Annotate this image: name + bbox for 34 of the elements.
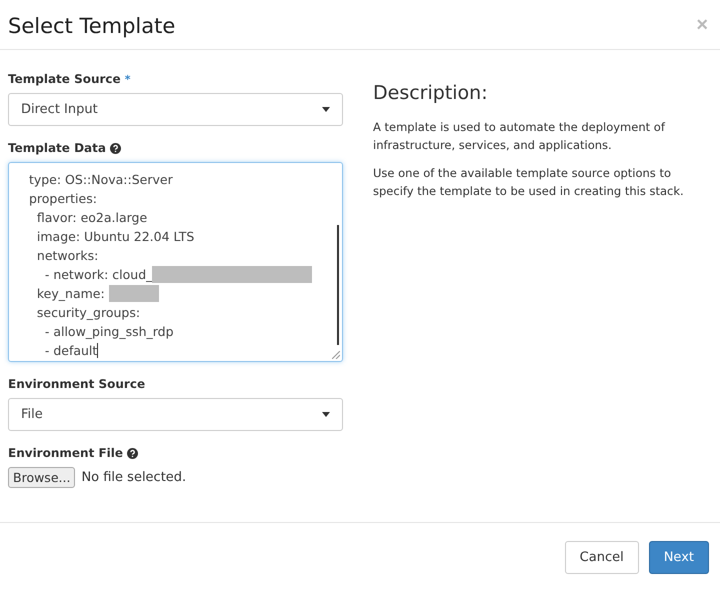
code-line: key_name:	[36, 285, 105, 303]
description-title: Description:	[373, 82, 489, 104]
help-icon	[127, 448, 138, 458]
template-source-select[interactable]: Direct Input	[8, 93, 343, 126]
cancel-button[interactable]: Cancel	[564, 541, 639, 574]
description-text: Use one of the available template source options to specify the template to be used in creating this stack.	[373, 165, 685, 200]
code-line: flavor: eo2a.large	[36, 209, 148, 227]
redaction-block	[108, 285, 159, 302]
code-line: - allow_ping_ssh_rdp	[44, 323, 174, 341]
code-line: type: OS::Nova::Server	[28, 171, 173, 189]
text-cursor	[97, 343, 98, 358]
environment-source-select[interactable]: File	[8, 398, 343, 431]
scrollbar[interactable]	[337, 225, 339, 345]
code-line: security_groups:	[36, 304, 140, 322]
resize-grip-icon[interactable]	[332, 351, 340, 359]
caret-icon	[322, 107, 330, 112]
file-status: No file selected.	[81, 470, 186, 485]
template-data-textarea[interactable]: type: OS::Nova::Server properties: flavor: eo2a.large image: Ubuntu 22.04 LTS networks: - network: cloud_ key_name: security_groups: - allow_ping_ssh_rdp - default	[8, 162, 343, 362]
description-text: A template is used to automate the deployment of infrastructure, services, and applications.	[373, 119, 666, 154]
next-button[interactable]: Next	[648, 541, 709, 574]
browse-button[interactable]: Browse...	[8, 467, 76, 488]
code-line: properties:	[28, 190, 97, 208]
caret-icon	[322, 412, 330, 417]
field-label: Template Source	[8, 72, 121, 86]
field-label: Template Data	[8, 141, 106, 155]
required-mark: *	[124, 72, 130, 86]
help-icon	[110, 142, 121, 154]
dialog-title: Select Template	[8, 14, 176, 38]
code-line: - default	[44, 342, 98, 360]
field-label: Environment File	[8, 446, 124, 460]
code-line: - network: cloud_	[44, 266, 152, 284]
code-line: image: Ubuntu 22.04 LTS	[36, 228, 194, 246]
code-line: networks:	[36, 247, 98, 265]
field-label: Environment Source	[8, 377, 146, 391]
